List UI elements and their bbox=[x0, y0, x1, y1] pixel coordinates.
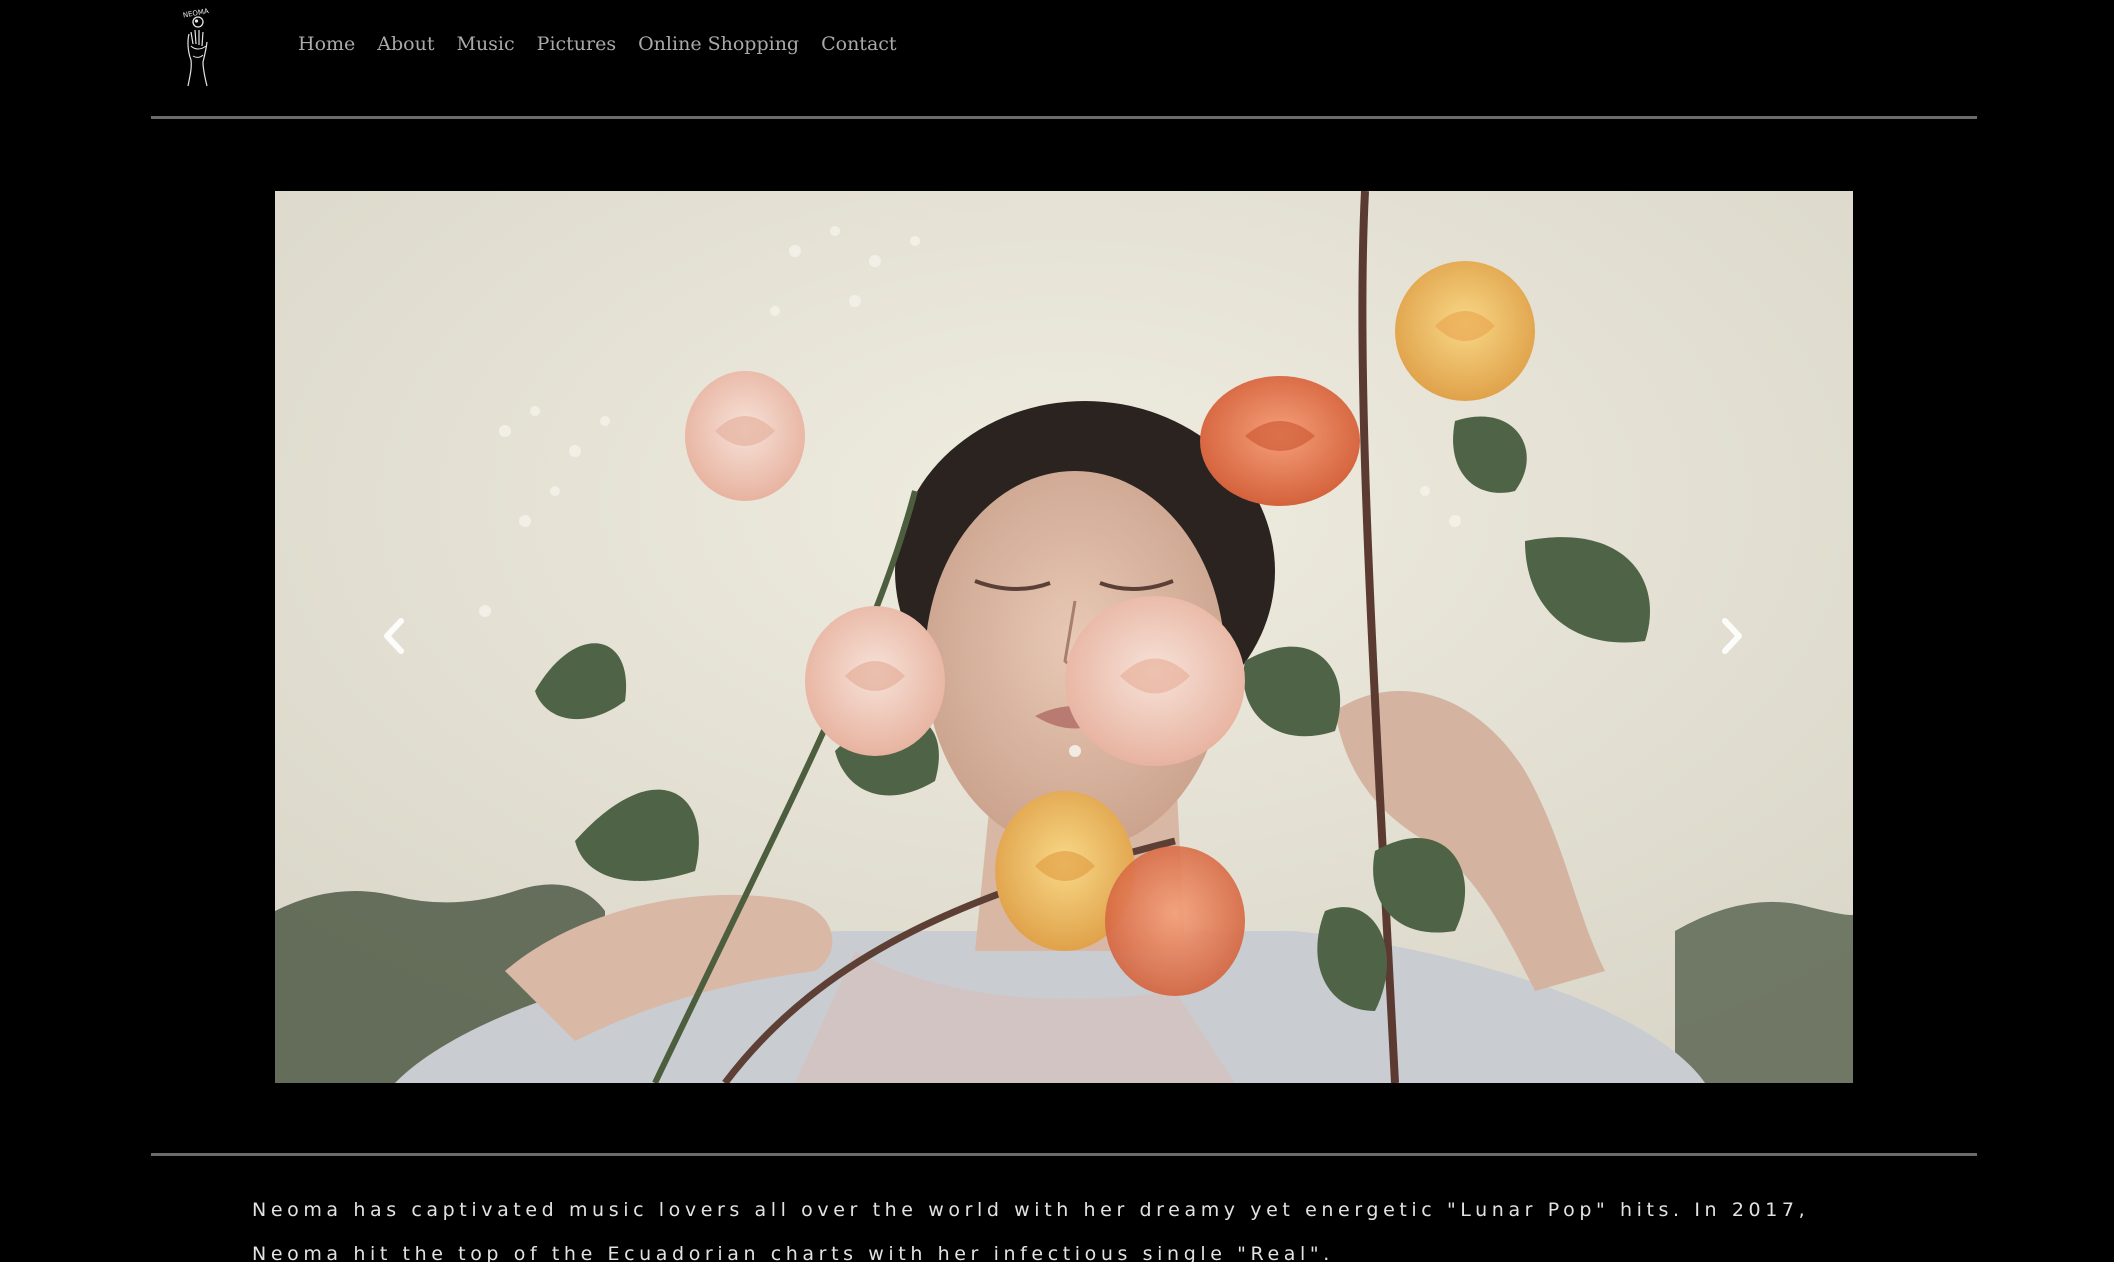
main-nav: Home About Music Pictures Online Shoppin… bbox=[287, 28, 908, 60]
nav-item-about: About bbox=[366, 28, 445, 60]
nav-item-music: Music bbox=[445, 28, 525, 60]
nav-link-music[interactable]: Music bbox=[445, 28, 525, 60]
logo[interactable]: NEOMA bbox=[179, 2, 217, 88]
header-divider bbox=[151, 116, 1977, 119]
nav-item-pictures: Pictures bbox=[526, 28, 627, 60]
carousel-prev-button[interactable] bbox=[375, 611, 415, 661]
slide-photo bbox=[275, 191, 1853, 1083]
nav-link-online-shopping[interactable]: Online Shopping bbox=[627, 28, 810, 60]
nav-link-home[interactable]: Home bbox=[287, 28, 366, 60]
nav-item-contact: Contact bbox=[810, 28, 907, 60]
chevron-left-icon bbox=[384, 618, 404, 654]
content-divider bbox=[151, 1153, 1977, 1156]
nav-item-home: Home bbox=[287, 28, 366, 60]
nav-item-online-shopping: Online Shopping bbox=[627, 28, 810, 60]
nav-link-pictures[interactable]: Pictures bbox=[526, 28, 627, 60]
artist-bio: Neoma has captivated music lovers all ov… bbox=[252, 1199, 1810, 1262]
nav-link-contact[interactable]: Contact bbox=[810, 28, 907, 60]
image-carousel bbox=[275, 191, 1853, 1083]
site-header: NEOMA Home About Music Pictures Online S… bbox=[143, 0, 1973, 100]
neoma-hand-moon-logo-icon: NEOMA bbox=[182, 7, 210, 87]
chevron-right-icon bbox=[1722, 618, 1742, 654]
carousel-next-button[interactable] bbox=[1711, 611, 1751, 661]
nav-link-about[interactable]: About bbox=[366, 28, 445, 60]
